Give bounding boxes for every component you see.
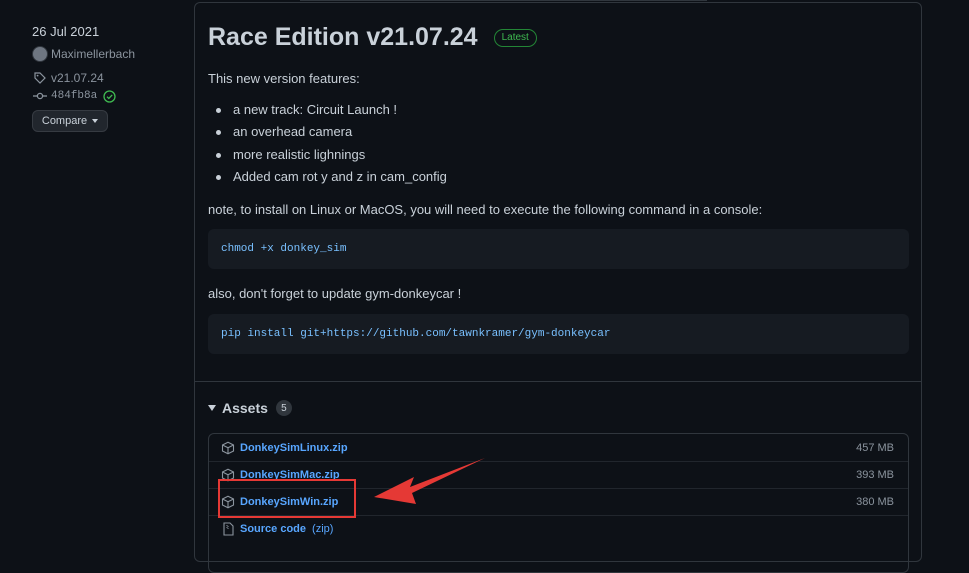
list-item: an overhead camera (208, 121, 447, 143)
commit-row[interactable]: 484fb8a (32, 88, 120, 104)
tag-row[interactable]: v21.07.24 (32, 70, 104, 86)
asset-format[interactable]: (zip) (312, 523, 333, 535)
list-item: Added cam rot y and z in cam_config (208, 166, 447, 188)
latest-badge: Latest (493, 28, 537, 47)
asset-row-source: Source code (zip) (209, 515, 908, 542)
release-card: Race Edition v21.07.24 Latest This new v… (194, 2, 922, 573)
assets-count-badge: 5 (275, 400, 292, 416)
update-note: also, don't forget to update gym-donkeyc… (208, 286, 462, 301)
avatar[interactable] (32, 46, 48, 62)
assets-toggle[interactable]: Assets 5 (208, 400, 292, 416)
intro-text: This new version features: (208, 71, 360, 86)
author-name[interactable]: Maximellerbach (51, 47, 135, 61)
list-item: more realistic lighnings (208, 144, 447, 166)
asset-size: 393 MB (856, 469, 894, 481)
compare-label: Compare (41, 115, 88, 127)
asset-row-linux: DonkeySimLinux.zip 457 MB (209, 434, 908, 461)
section-divider (195, 381, 921, 382)
release-title[interactable]: Race Edition v21.07.24 (208, 23, 478, 52)
chmod-command: chmod +x donkey_sim (221, 243, 347, 255)
check-circle-icon (101, 88, 117, 104)
tag-icon (32, 70, 48, 86)
asset-link[interactable]: DonkeySimLinux.zip (240, 442, 348, 454)
triangle-down-icon (208, 405, 216, 411)
chmod-code-block[interactable]: chmod +x donkey_sim (208, 229, 909, 269)
install-note: note, to install on Linux or MacOS, you … (208, 202, 763, 217)
author-row[interactable]: Maximellerbach (32, 46, 135, 62)
assets-title: Assets (222, 400, 268, 416)
asset-size: 457 MB (856, 441, 894, 454)
tag-name[interactable]: v21.07.24 (51, 71, 104, 85)
commit-icon (32, 88, 48, 104)
file-zip-icon (221, 522, 235, 536)
release-date: 26 Jul 2021 (32, 24, 100, 39)
caret-down-icon (92, 119, 99, 123)
asset-link[interactable]: Source code (240, 523, 306, 535)
highlight-box (218, 479, 356, 518)
compare-button[interactable]: Compare (32, 110, 108, 132)
pip-code-block[interactable]: pip install git+https://github.com/tawnk… (208, 314, 909, 354)
asset-size: 380 MB (856, 496, 894, 508)
feature-list: a new track: Circuit Launch ! an overhea… (208, 99, 447, 188)
commit-hash[interactable]: 484fb8a (51, 90, 97, 102)
package-icon (221, 441, 235, 455)
list-item: a new track: Circuit Launch ! (208, 99, 447, 121)
arrow-annotation (374, 458, 485, 504)
title-row: Race Edition v21.07.24 Latest (208, 23, 537, 52)
pip-command: pip install git+https://github.com/tawnk… (221, 328, 611, 340)
top-divider (300, 0, 707, 1)
